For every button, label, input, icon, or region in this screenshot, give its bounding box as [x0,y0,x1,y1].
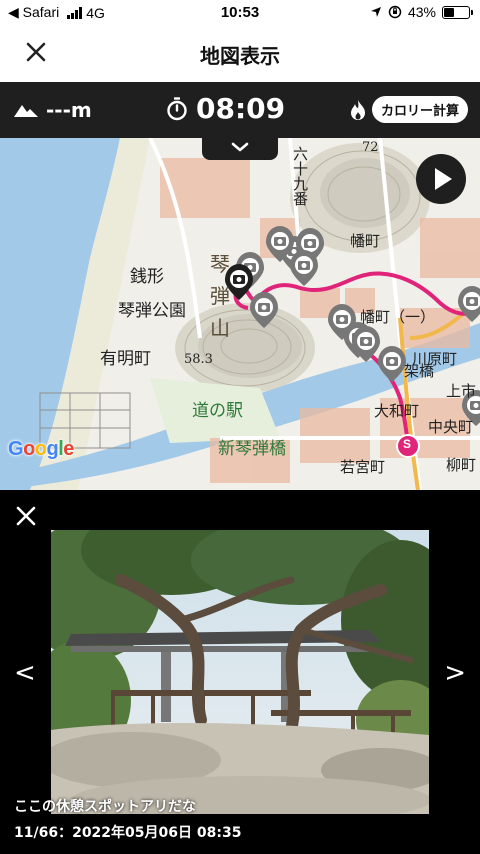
calorie-group: カロリー計算 [350,96,468,123]
map-label: 銭形 [130,267,164,287]
status-bar: ◀ Safari 4G 10:53 43% [0,0,480,26]
photo-viewer: < > ここの休憩スポットアリだな 11/66：2022年05月06日 08:3… [0,490,480,854]
map-label: 柳町 [446,456,477,474]
photo-image [51,530,429,814]
prev-photo-button[interactable]: < [14,658,36,688]
flame-icon [350,99,365,120]
photo-illustration [51,530,429,814]
map-label: 道の駅 [192,401,243,421]
location-arrow-icon [370,7,381,17]
map-label: 琴弾公園 [118,301,186,321]
map-label: 琴 [210,252,230,276]
calorie-calc-button[interactable]: カロリー計算 [371,96,468,123]
activity-info-bar: ---m 08:09 カロリー計算 [0,82,480,160]
elapsed-timer: 08:09 [166,92,285,125]
elapsed-time: 08:09 [196,92,286,125]
battery-percent: 43% [407,4,436,20]
map-label: 72 [362,140,379,155]
orientation-lock-icon [388,5,402,19]
google-attribution: Google [8,438,74,461]
map-label: 六十九番 [291,146,309,206]
next-photo-button[interactable]: > [444,658,466,688]
collapse-tab[interactable] [202,138,278,160]
map-label: 58.3 [184,352,213,367]
page-title: 地図表示 [200,44,280,68]
map-label: 架橋 [404,362,435,380]
stopwatch-icon [167,96,187,120]
status-right: 43% [370,4,473,20]
photo-caption: ここの休憩スポットアリだな [14,799,196,815]
playback-button[interactable] [416,154,466,204]
map-label: 上市 [446,382,477,400]
close-viewer-icon[interactable] [14,504,38,528]
altitude-readout: ---m [14,98,92,122]
map-label: 若宮町 [340,458,386,476]
map-label: 大和町 [374,402,420,420]
start-marker-label: S [403,437,412,451]
altitude-value: ---m [46,98,92,122]
battery-icon [442,5,473,19]
mountain-icon [14,105,38,117]
google-logo-text: Google [8,438,74,460]
map-label: 山 [210,316,230,340]
nav-bar: 地図表示 [0,26,480,82]
map-label: 幡町（一） [360,308,436,326]
map-label: 中央町 [428,418,474,436]
map-label: 新琴弾橋 [218,439,286,459]
map-label: 幡町 [350,232,381,250]
map-label: 弾 [210,284,230,308]
chevron-down-icon [231,142,249,152]
photo-index-date: 11/66：2022年05月06日 08:35 [14,825,242,841]
play-icon [435,168,452,190]
map-view[interactable]: 銭形 琴弾公園 有明町 道の駅 新琴弾橋 大和町 川原町 中央町 若宮町 上市 … [0,138,480,490]
map-label: 有明町 [100,349,151,369]
